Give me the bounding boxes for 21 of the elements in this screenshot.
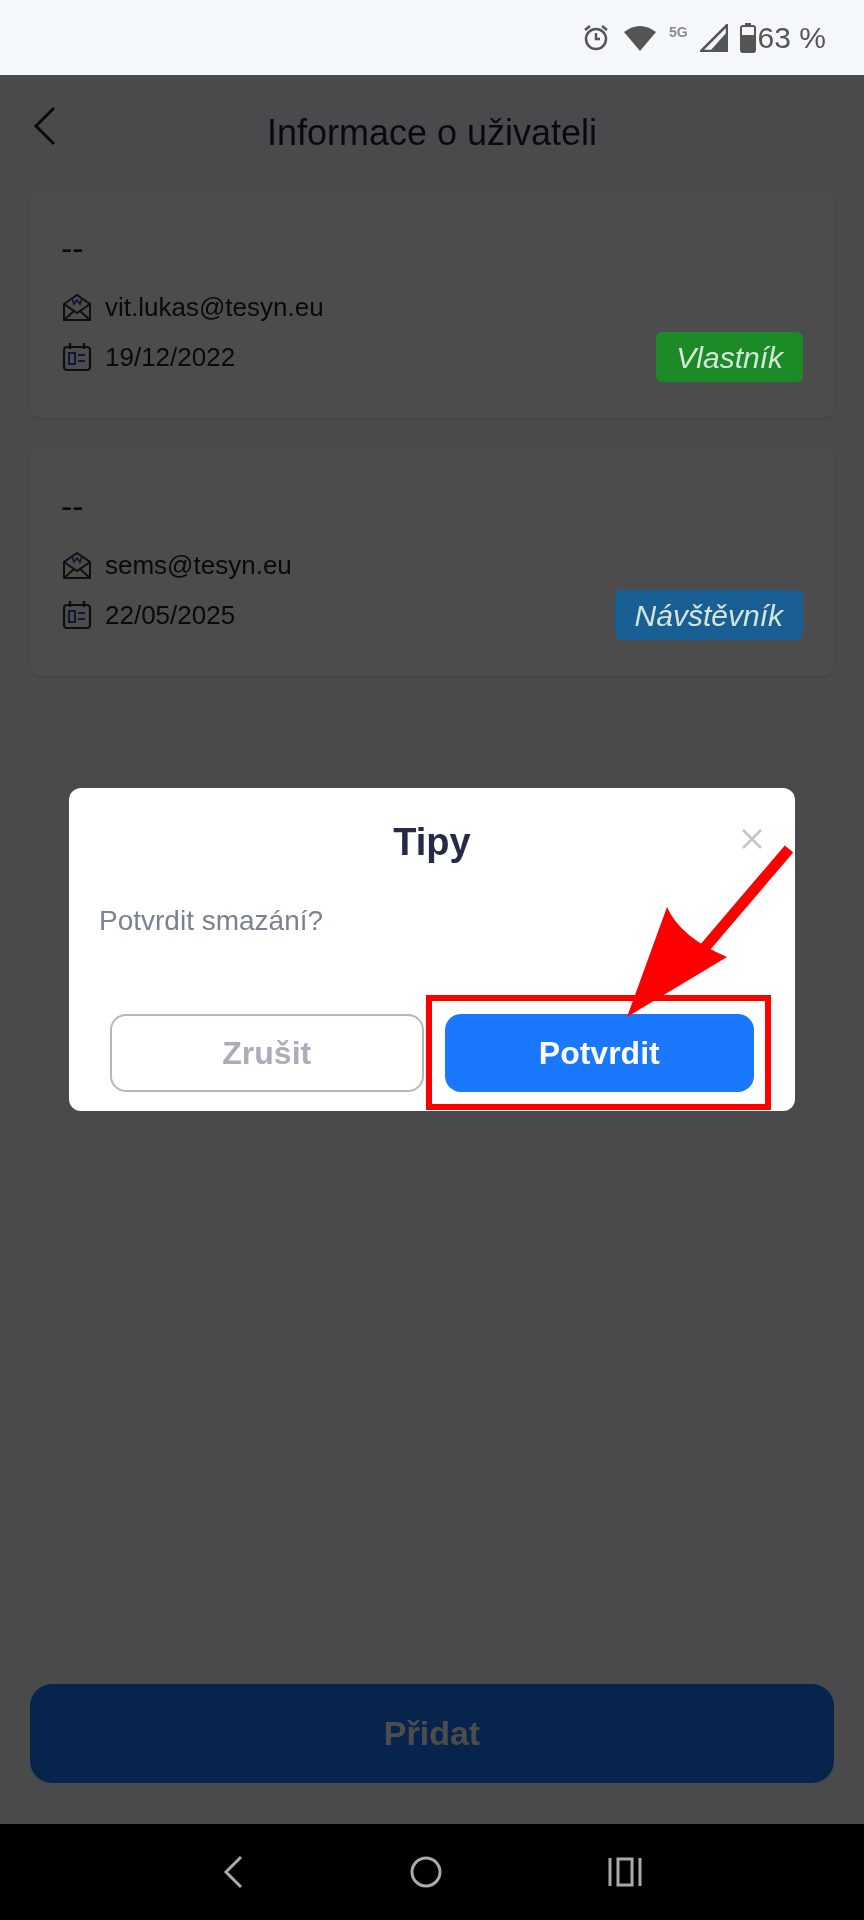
cancel-button[interactable]: Zrušit [110,1014,424,1092]
dialog-title: Tipy [393,819,471,865]
date-text: 19/12/2022 [105,340,236,374]
dialog-message: Potvrdit smazání? [99,905,324,936]
email-text: sems@tesyn.eu [105,548,292,582]
email-text: vit.lukas@tesyn.eu [105,290,324,324]
signal-icon [699,23,728,52]
user-name: -- [61,228,85,269]
page-title: Informace o uživateli [266,110,598,155]
network-type: 5G [668,23,688,42]
recent-apps-icon[interactable] [607,1857,642,1887]
user-name: -- [61,486,85,527]
battery-icon [739,22,756,53]
role-badge: Vlastník [656,332,803,382]
date-text: 22/05/2025 [105,598,236,632]
confirm-button[interactable]: Potvrdit [444,1014,754,1092]
battery-level: 63 % [757,20,826,56]
home-icon[interactable] [409,1855,443,1889]
back-icon[interactable] [222,1855,245,1889]
wifi-icon [622,23,657,52]
role-badge: Návštěvník [614,590,803,640]
